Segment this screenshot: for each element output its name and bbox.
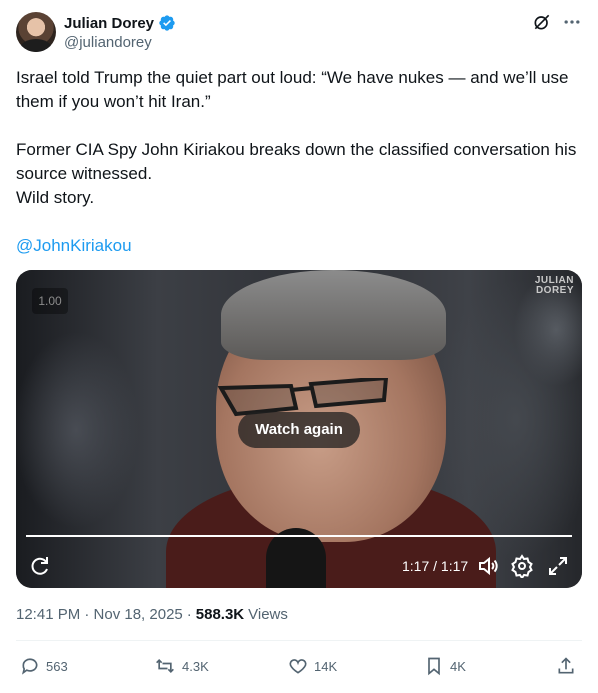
tweet-meta: 12:41 PM · Nov 18, 2025 · 588.3K Views [16,606,288,623]
author-name[interactable]: Julian Dorey [64,15,154,32]
repost-button[interactable]: 4.3K [154,656,209,676]
settings-icon[interactable] [510,554,534,578]
reply-icon [22,658,38,675]
like-count: 14K [314,658,338,674]
tweet-paragraph-3: Wild story. [16,188,95,207]
bookmark-icon [428,657,440,676]
video-player[interactable]: 1.00 JULIAN DOREY Watch again 1:17 / 1:1… [16,270,582,588]
playback-speed-label: 1.00 [32,288,68,314]
views-count: 588.3K [195,606,245,623]
grok-icon[interactable] [532,12,552,32]
more-icon[interactable] [562,12,582,32]
share-icon [558,657,574,674]
divider [16,640,582,641]
author-name-row[interactable]: Julian Dorey [64,14,176,32]
video-time: 1:17 / 1:17 [402,558,469,574]
views-label: Views [248,606,288,623]
repost-icon [156,658,174,674]
reply-button[interactable]: 563 [20,656,68,676]
mention-link[interactable]: @JohnKiriakou [16,236,132,255]
tweet-text: Israel told Trump the quiet part out lou… [16,66,582,258]
tweet-paragraph-2: Former CIA Spy John Kiriakou breaks down… [16,140,577,183]
tweet-header: Julian Dorey @juliandorey [16,12,582,54]
share-button[interactable] [556,656,576,676]
repost-count: 4.3K [182,658,209,674]
video-controls: 1:17 / 1:17 [16,550,582,582]
watch-again-button[interactable]: Watch again [238,412,360,448]
tweet-paragraph-1: Israel told Trump the quiet part out lou… [16,68,569,111]
verified-badge-icon [159,15,175,31]
video-progress-bar[interactable] [26,535,572,537]
reply-count: 563 [46,658,68,674]
video-watermark: JULIAN DOREY [534,275,574,296]
heart-icon [289,659,307,674]
bookmark-button[interactable]: 4K [424,656,466,676]
avatar[interactable] [16,12,56,52]
meta-separator: · [186,606,192,623]
bookmark-count: 4K [450,658,466,674]
author-handle[interactable]: @juliandorey [64,34,152,51]
tweet-actions: 563 4.3K 14K 4K [16,650,582,686]
replay-icon[interactable] [28,554,52,578]
fullscreen-icon[interactable] [546,554,570,578]
tweet-timestamp[interactable]: 12:41 PM · Nov 18, 2025 [16,606,183,623]
like-button[interactable]: 14K [288,656,337,676]
volume-icon[interactable] [476,554,500,578]
